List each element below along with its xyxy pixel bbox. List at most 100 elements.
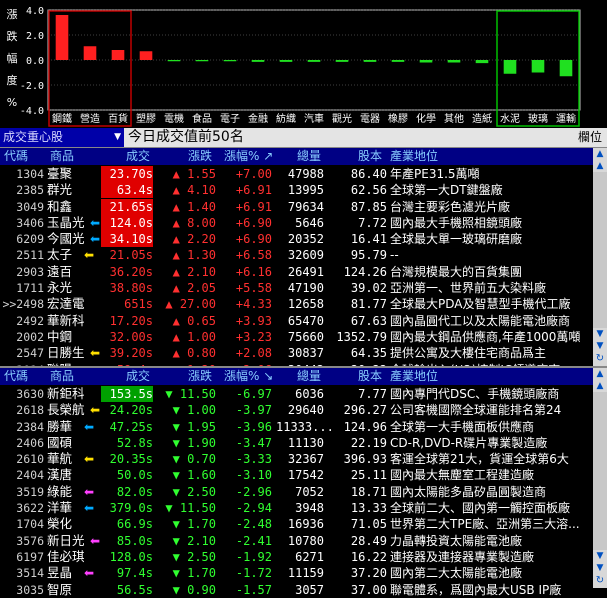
y-tick-label: 4.0 [26,6,44,17]
col-header-industry[interactable]: 產業地位 [390,368,438,385]
stock-group-select-value: 成交重心股 [3,130,64,144]
percent-change: -3.97 [235,403,272,418]
industry-position: 全球第一大手機面板供應商 [390,419,535,434]
scroll-up-icon[interactable]: ▲ [593,380,607,392]
col-header-volume[interactable]: 總量 [297,368,321,385]
stock-group-select[interactable]: 成交重心股 ▼ [0,128,124,147]
table-row[interactable]: 3622 洋華 ⬅ 379.0s ▼ 11.50 -2.94 3948 13.33 全球前二大、… [0,500,593,516]
price-change: ▲ 1.55 [172,167,216,181]
price-change: ▲ 2.20 [172,232,216,247]
scrollbar[interactable]: ▲ ▲ ▼ ▼ ↻ [593,368,607,588]
percent-change: +2.08 [235,346,272,361]
industry-position: 全球前二大、國內第一觸控面板廠 [390,501,571,516]
table-row[interactable]: 3049 和鑫 21.65s ▲ 1.40 +6.91 79634 87.85 台灣主要彩色濾… [0,198,593,215]
stock-code: 3630 [16,387,44,401]
x-tick-label: 水泥 [500,112,520,125]
stock-code: 2492 [16,313,44,328]
col-header-percent[interactable]: 漲幅% ↘ [224,368,273,385]
col-header-capital[interactable]: 股本 [358,368,382,385]
columns-button[interactable]: 欄位 [578,128,602,147]
col-header-price[interactable]: 成交 [126,148,150,165]
x-tick-label: 其他 [444,112,464,125]
y-axis-label: 度 [7,73,18,87]
table-row[interactable]: 3514 昱晶 ⬅ 97.4s ▼ 1.70 -1.72 11159 37.20 國內第二大太陽… [0,565,593,581]
table-row[interactable]: 3630 新鉅科 153.5s ▼ 11.50 -6.97 6036 7.77 國內專門代DS… [0,386,593,402]
table-row[interactable]: 2385 群光 63.4s ▲ 4.10 +6.91 13995 62.56 全球第一大DT鍵… [0,182,593,199]
table-row[interactable]: 2492 華新科 17.20s ▲ 0.65 +3.93 65470 67.63 國內晶圓代工… [0,313,593,329]
table-row[interactable]: 2384 勝華 ⬅ 47.25s ▼ 1.95 -3.96 11333... 124.96 全球… [0,419,593,435]
arrow-marker-icon: ⬅ [83,484,95,499]
x-tick-label: 營造 [80,112,100,125]
stock-code: 2384 [16,419,44,434]
col-header-change[interactable]: 漲跌 [188,368,212,385]
table-row[interactable]: 3035 智原 56.5s ▼ 0.90 -1.57 3057 37.00 聯電體系，爲國內最… [0,582,593,598]
top-turnover-panel: 成交重心股 ▼ 今日成交值前50名 欄位 代碼 商品 成交 漲跌 漲幅% ↗ 總… [0,128,607,377]
bar [447,60,461,63]
price-change: ▼ 1.95 [172,419,216,434]
stock-code: 1704 [16,517,44,532]
col-header-code[interactable]: 代碼 [4,148,28,165]
share-capital: 7.77 [358,387,387,401]
table-row[interactable]: 6209 今國光 ⬅ 34.10s ▲ 2.20 +6.90 20352 16.41 全球最大單… [0,231,593,248]
table-row[interactable]: 2618 長榮航 ⬅ 24.20s ▼ 1.00 -3.97 29640 296.27 公司客機… [0,402,593,418]
scroll-top-icon[interactable]: ▲ [593,368,607,380]
col-header-capital[interactable]: 股本 [358,148,382,165]
refresh-icon[interactable]: ↻ [593,352,607,366]
refresh-icon[interactable]: ↻ [593,574,607,588]
table-row[interactable]: 2547 日勝生 ⬅ 39.20s ▲ 0.80 +2.08 30837 64.35 提供公寓及… [0,345,593,361]
share-capital: 71.05 [350,517,387,532]
price-change: ▼ 11.50 [165,501,216,516]
table-row[interactable]: 2903 遠百 36.20s ▲ 2.10 +6.16 26491 124.26 台灣規模最大… [0,264,593,280]
table-row[interactable]: 2406 國碩 52.8s ▼ 1.90 -3.47 11130 22.19 CD-R,DVD… [0,435,593,451]
price-change: ▼ 1.00 [172,403,216,418]
scroll-down-icon[interactable]: ▼ [593,328,607,340]
total-volume: 3057 [295,582,324,597]
panel-toolbar: 成交重心股 ▼ 今日成交值前50名 欄位 [0,128,607,148]
share-capital: 396.93 [343,452,387,467]
total-volume: 32367 [287,452,324,467]
percent-change: +6.58 [235,248,272,263]
y-tick-label: 0.0 [26,56,44,67]
y-axis-label: 幅 [7,52,18,65]
x-tick-label: 橡膠 [388,112,408,125]
col-header-price[interactable]: 成交 [126,368,150,385]
col-header-volume[interactable]: 總量 [297,148,321,165]
table-row[interactable]: >>2498 宏達電 651s ▲ 27.00 +4.33 12658 81.77 全球最大P… [0,296,593,312]
industry-position: 全球最大單一玻璃研磨廠 [390,232,523,247]
table-row[interactable]: 1304 臺聚 23.70s ▲ 1.55 +7.00 47988 86.40 年產PE31.… [0,166,593,182]
col-header-percent[interactable]: 漲幅% ↗ [224,148,273,165]
scroll-bottom-icon[interactable]: ▼ [593,340,607,352]
col-header-code[interactable]: 代碼 [4,368,28,385]
share-capital: 296.27 [343,403,387,418]
col-header-name[interactable]: 商品 [50,368,74,385]
scroll-up-icon[interactable]: ▲ [593,160,607,172]
table-row[interactable]: 2404 漢唐 50.0s ▼ 1.60 -3.10 17542 25.11 國內最大無塵室工… [0,467,593,483]
table-row[interactable]: 3406 玉晶光 ⬅ 124.0s ▲ 8.00 +6.90 5646 7.72 國內最大手機照… [0,214,593,231]
table-row[interactable]: 3576 新日光 ⬅ 85.0s ▼ 2.10 -2.41 10780 28.49 力晶轉投資太… [0,533,593,549]
table-row[interactable]: 2610 華航 ⬅ 20.35s ▼ 0.70 -3.33 32367 396.93 客運全球第… [0,451,593,467]
table-row[interactable]: 2002 中鋼 32.00s ▲ 1.00 +3.23 75660 1352.79 國內最大鋼… [0,329,593,345]
table-row[interactable]: 2511 太子 ⬅ 21.05s ▲ 1.30 +6.58 32609 95.79 -- [0,247,593,263]
col-header-change[interactable]: 漲跌 [188,148,212,165]
industry-position: 年產PE31.5萬噸 [390,167,480,181]
stock-name: 華新科 [47,312,85,328]
total-volume: 75660 [287,329,324,344]
arrow-marker-icon: ⬅ [83,501,95,516]
arrow-marker-icon: ⬅ [83,452,95,467]
scroll-top-icon[interactable]: ▲ [593,148,607,160]
scroll-down-icon[interactable]: ▼ [593,550,607,562]
table-row[interactable]: 1704 榮化 66.9s ▼ 1.70 -2.48 16936 71.05 世界第二大TPE… [0,516,593,532]
scrollbar[interactable]: ▲ ▲ ▼ ▼ ↻ [593,148,607,366]
col-header-industry[interactable]: 產業地位 [390,148,438,165]
last-price: 85.0s [116,533,153,548]
table-row[interactable]: 1711 永光 38.80s ▲ 2.05 +5.58 47190 39.02 亞洲第一、世界… [0,280,593,296]
table-row[interactable]: 6197 佳必琪 128.0s ▼ 2.50 -1.92 6271 16.22 連接器及連接器… [0,549,593,565]
col-header-name[interactable]: 商品 [50,148,74,165]
chevron-down-icon: ▼ [114,132,121,142]
stock-code: 3519 [16,484,44,499]
share-capital: 22.19 [350,435,387,450]
x-tick-label: 觀光 [332,112,352,125]
percent-change: -2.94 [235,501,272,516]
scroll-bottom-icon[interactable]: ▼ [593,562,607,574]
table-row[interactable]: 3519 綠能 ⬅ 82.0s ▼ 2.50 -2.96 7052 18.71 國內太陽能多晶矽… [0,484,593,500]
